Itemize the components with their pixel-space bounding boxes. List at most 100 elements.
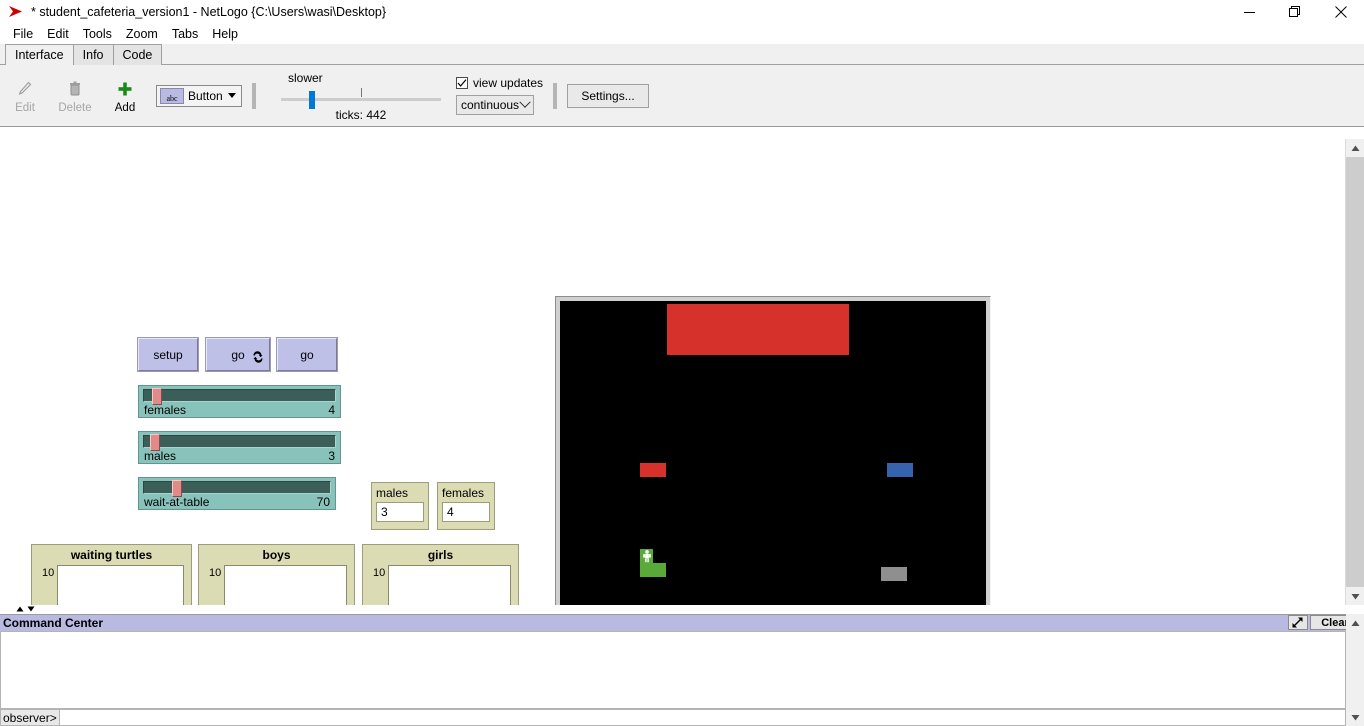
slider-females-thumb[interactable] bbox=[152, 388, 162, 405]
plot-waiting-turtles-ymax: 10 bbox=[42, 567, 54, 579]
chevron-down-icon bbox=[228, 93, 236, 98]
setup-button-label: setup bbox=[153, 348, 182, 362]
slider-males-track[interactable] bbox=[143, 435, 336, 448]
slider-wait-at-table-thumb[interactable] bbox=[172, 480, 182, 497]
menu-help[interactable]: Help bbox=[205, 25, 245, 43]
slider-males[interactable]: males 3 bbox=[138, 431, 341, 464]
delete-button-label: Delete bbox=[58, 102, 91, 114]
tab-interface[interactable]: Interface bbox=[5, 44, 74, 65]
plot-waiting-turtles[interactable]: waiting turtles 10 0 0 456 bbox=[31, 544, 192, 605]
title-bar: * student_cafeteria_version1 - NetLogo {… bbox=[0, 0, 1364, 24]
observer-prompt-label: observer> bbox=[0, 709, 60, 726]
menu-bar: File Edit Tools Zoom Tabs Help bbox=[0, 24, 1364, 44]
blue-agent-right bbox=[887, 463, 913, 477]
minimize-button[interactable] bbox=[1226, 0, 1272, 24]
menu-file[interactable]: File bbox=[6, 25, 40, 43]
world-view[interactable] bbox=[560, 301, 986, 605]
slider-wait-at-table[interactable]: wait-at-table 70 bbox=[138, 477, 336, 510]
view-updates-checkbox[interactable] bbox=[456, 77, 468, 89]
plot-boys[interactable]: boys 10 0 0 456 bbox=[198, 544, 355, 605]
tab-code[interactable]: Code bbox=[113, 44, 163, 65]
slider-females[interactable]: females 4 bbox=[138, 385, 341, 418]
setup-button[interactable]: setup bbox=[138, 338, 198, 371]
plot-boys-title: boys bbox=[199, 545, 354, 561]
splitter-bar[interactable] bbox=[0, 605, 1364, 614]
scroll-down-arrow-icon[interactable] bbox=[1346, 587, 1364, 605]
update-mode-dropdown[interactable]: continuous bbox=[456, 95, 534, 115]
slider-females-track[interactable] bbox=[143, 389, 336, 402]
plot-girls-canvas bbox=[388, 565, 511, 605]
button-widget-icon: abc bbox=[160, 88, 184, 104]
splitter-arrows[interactable] bbox=[16, 606, 35, 612]
monitor-females[interactable]: females 4 bbox=[437, 482, 495, 530]
scroll-up-arrow-icon[interactable] bbox=[1346, 139, 1364, 157]
tab-info[interactable]: Info bbox=[73, 44, 114, 65]
slider-wait-at-table-track[interactable] bbox=[143, 481, 331, 494]
interface-vertical-scrollbar[interactable] bbox=[1345, 139, 1364, 605]
view-updates-label: view updates bbox=[473, 76, 543, 90]
go-forever-button-label: go bbox=[231, 348, 244, 362]
scroll-thumb[interactable] bbox=[1346, 157, 1364, 587]
command-center: Command Center Clear observer> bbox=[0, 614, 1364, 726]
add-button[interactable]: Add bbox=[100, 78, 150, 114]
gray-agent-right bbox=[881, 567, 907, 581]
pencil-icon bbox=[17, 78, 33, 100]
plot-girls-ymax: 10 bbox=[373, 567, 385, 579]
edit-button[interactable]: Edit bbox=[0, 78, 50, 114]
plus-icon bbox=[117, 78, 133, 100]
edit-button-label: Edit bbox=[15, 102, 35, 114]
slider-males-value: 3 bbox=[328, 449, 335, 463]
cc-scroll-up-arrow-icon[interactable] bbox=[1346, 614, 1364, 632]
speed-slider[interactable] bbox=[281, 88, 441, 110]
netlogo-arrow-logo bbox=[8, 5, 24, 19]
expand-arrow-icon[interactable] bbox=[1288, 615, 1308, 630]
slider-females-value: 4 bbox=[328, 403, 335, 417]
update-mode-value: continuous bbox=[461, 98, 519, 112]
menu-zoom[interactable]: Zoom bbox=[119, 25, 165, 43]
toolbar-divider-1 bbox=[252, 83, 256, 109]
speed-control: slower ticks: 442 bbox=[266, 65, 456, 127]
plot-girls-title: girls bbox=[363, 545, 518, 561]
forever-loop-icon bbox=[252, 351, 264, 366]
view-updates-group: view updates continuous bbox=[456, 76, 543, 115]
menu-tools[interactable]: Tools bbox=[76, 25, 119, 43]
speed-slider-label: slower bbox=[288, 71, 323, 85]
monitor-males-value: 3 bbox=[376, 502, 424, 522]
view-updates-checkbox-row[interactable]: view updates bbox=[456, 76, 543, 90]
monitor-females-value: 4 bbox=[442, 502, 490, 522]
splitter-up-arrow-icon bbox=[16, 606, 24, 612]
menu-edit[interactable]: Edit bbox=[40, 25, 76, 43]
slider-wait-at-table-label: wait-at-table bbox=[144, 495, 209, 509]
toolbar-divider-2 bbox=[553, 83, 557, 109]
monitor-females-label: females bbox=[442, 486, 490, 500]
command-input[interactable] bbox=[60, 709, 1346, 726]
menu-tabs[interactable]: Tabs bbox=[165, 25, 205, 43]
add-button-label: Add bbox=[115, 102, 135, 114]
go-once-button[interactable]: go bbox=[277, 338, 337, 371]
toolbar: Edit Delete Add abc Button slower bbox=[0, 65, 1364, 127]
plot-girls[interactable]: girls 10 0 0 456 bbox=[362, 544, 519, 605]
speed-slider-thumb[interactable] bbox=[309, 91, 315, 109]
serving-counter bbox=[667, 304, 849, 355]
close-button[interactable] bbox=[1318, 0, 1364, 24]
maximize-restore-button[interactable] bbox=[1272, 0, 1318, 24]
command-center-title: Command Center bbox=[3, 616, 103, 630]
window-controls bbox=[1226, 0, 1364, 24]
slider-males-thumb[interactable] bbox=[150, 434, 160, 451]
go-forever-button[interactable]: go bbox=[206, 338, 270, 371]
interface-canvas: setup go go females 4 males 3 bbox=[0, 139, 1345, 605]
settings-button[interactable]: Settings... bbox=[567, 84, 649, 108]
delete-button[interactable]: Delete bbox=[50, 78, 100, 114]
slider-males-label: males bbox=[144, 449, 176, 463]
plot-waiting-turtles-canvas bbox=[57, 565, 184, 605]
window-title: * student_cafeteria_version1 - NetLogo {… bbox=[31, 5, 386, 19]
command-center-vertical-scrollbar[interactable] bbox=[1346, 614, 1364, 726]
widget-type-dropdown[interactable]: abc Button bbox=[156, 85, 242, 107]
white-person-turtle bbox=[642, 550, 652, 563]
cc-scroll-down-arrow-icon[interactable] bbox=[1346, 708, 1364, 726]
monitor-males[interactable]: males 3 bbox=[371, 482, 429, 530]
trash-icon bbox=[68, 78, 82, 100]
command-center-output bbox=[0, 631, 1346, 709]
plot-waiting-turtles-title: waiting turtles bbox=[32, 545, 191, 561]
speed-slider-center-tick bbox=[361, 88, 362, 97]
